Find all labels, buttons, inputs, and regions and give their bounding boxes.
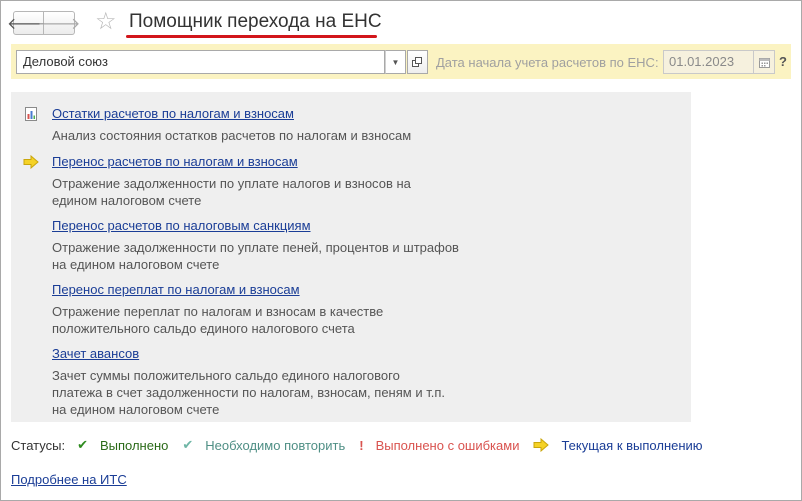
step-link-advance-offset[interactable]: Зачет авансов [52, 345, 139, 362]
date-label: Дата начала учета расчетов по ЕНС: [436, 55, 659, 70]
step-link-tax-transfer[interactable]: Перенос расчетов по налогам и взносам [52, 153, 298, 170]
step-description: Отражение задолженности по уплате налого… [52, 176, 411, 208]
calendar-icon [758, 57, 770, 68]
assistant-window: 🡐 🡒 ☆ Помощник перехода на ЕНС Деловой с… [0, 0, 802, 501]
status-repeat: ✔ Необходимо повторить [182, 437, 346, 453]
organization-open-button[interactable] [407, 50, 428, 74]
chevron-down-icon: ▼ [391, 57, 400, 67]
check-outline-icon: ✔ [182, 437, 194, 452]
status-done: ✔ Выполнено [77, 437, 169, 453]
star-icon[interactable]: ☆ [95, 8, 117, 36]
date-field[interactable]: 01.01.2023 [663, 50, 754, 74]
exclamation-icon: ! [359, 437, 364, 453]
status-current: Текущая к выполнению [533, 438, 703, 453]
organization-dropdown-button[interactable]: ▼ [385, 50, 406, 74]
current-arrow-icon [533, 438, 550, 452]
status-errors: ! Выполнено с ошибками [359, 437, 520, 453]
open-copy-icon [412, 56, 422, 67]
page-title: Помощник перехода на ЕНС [129, 11, 382, 32]
step-description: Зачет суммы положительного сальдо единог… [52, 368, 445, 417]
step-description: Анализ состояния остатков расчетов по на… [52, 128, 412, 143]
step-description: Отражение переплат по налогам и взносам … [52, 304, 384, 336]
arrow-right-icon: 🡒 [37, 15, 81, 33]
forward-button[interactable]: 🡒 [38, 11, 80, 35]
its-more-link[interactable]: Подробнее на ИТС [11, 472, 127, 487]
help-button[interactable]: ? [779, 54, 787, 69]
status-legend-label: Статусы: [11, 437, 66, 453]
organization-field[interactable]: Деловой союз [16, 50, 385, 74]
check-icon: ✔ [77, 437, 88, 452]
step-link-balances[interactable]: Остатки расчетов по налогам и взносам [52, 105, 294, 122]
step-link-sanctions-transfer[interactable]: Перенос расчетов по налоговым санкциям [52, 217, 311, 234]
steps-panel: Остатки расчетов по налогам и взносам Ан… [11, 92, 691, 422]
step-description: Отражение задолженности по уплате пеней,… [52, 240, 459, 272]
step-link-overpayment-transfer[interactable]: Перенос переплат по налогам и взносам [52, 281, 300, 298]
title-underline [126, 35, 377, 38]
report-chart-icon [23, 106, 39, 122]
status-legend: Статусы: ✔ Выполнено ✔ Необходимо повтор… [11, 437, 717, 453]
toolbar: Деловой союз ▼ Дата начала учета расчето… [11, 44, 791, 79]
current-arrow-icon [23, 154, 39, 170]
calendar-button[interactable] [754, 50, 775, 74]
